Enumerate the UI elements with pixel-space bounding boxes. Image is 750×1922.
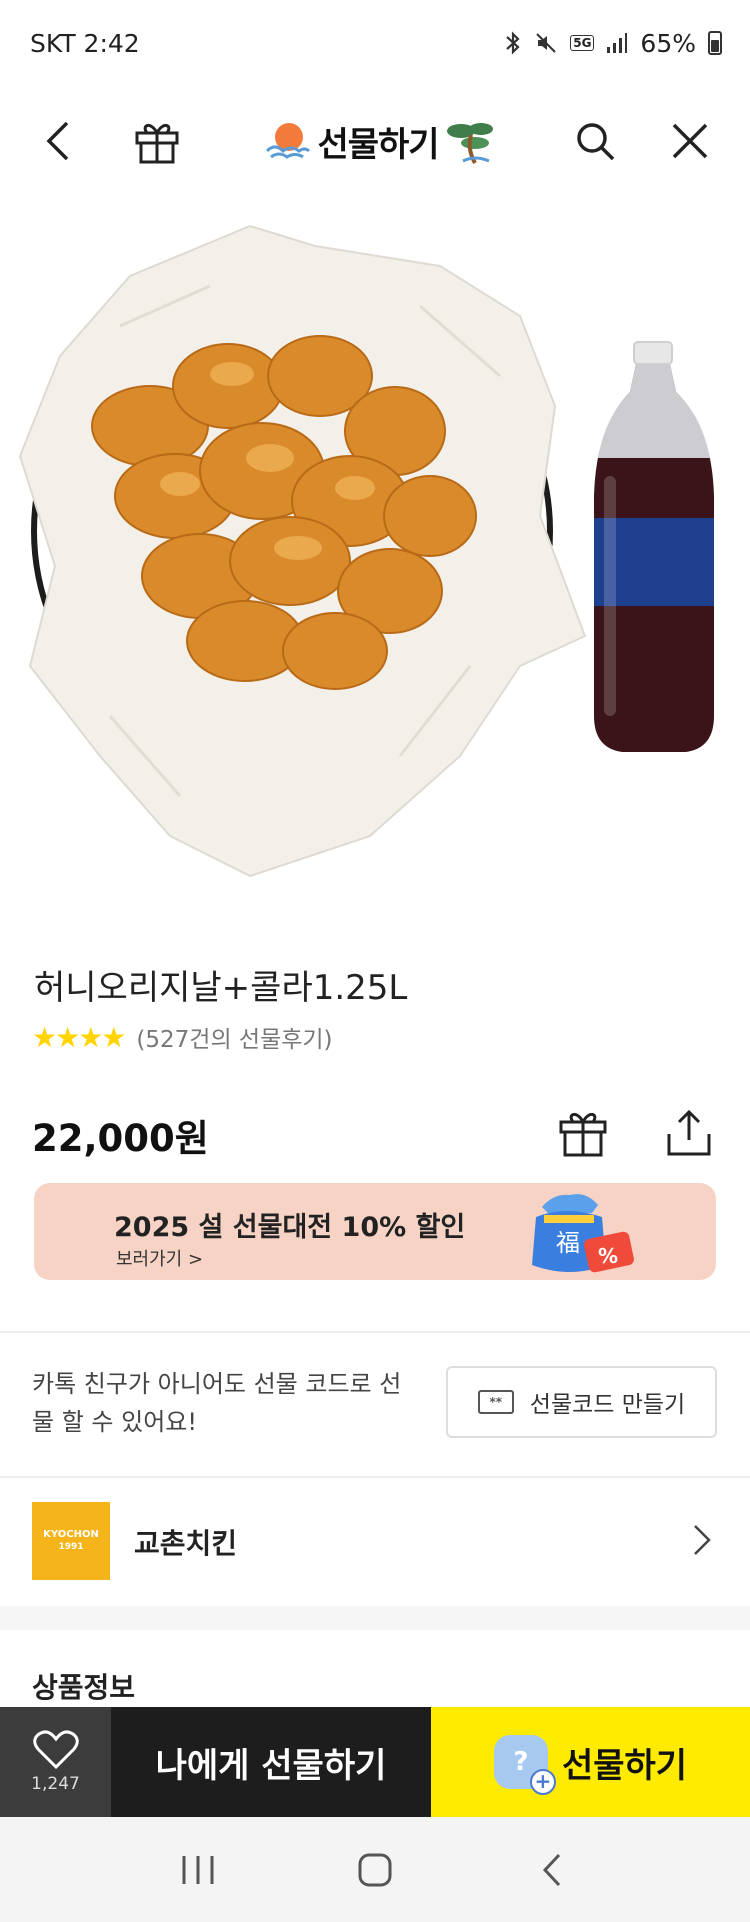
share-button[interactable] [660, 1104, 718, 1162]
search-button[interactable] [560, 106, 630, 176]
gift-wrap-button[interactable] [554, 1104, 612, 1162]
price-actions [554, 1104, 718, 1162]
promo-link[interactable]: 보러가기 > [116, 1245, 203, 1271]
create-gift-code-button[interactable]: ** 선물코드 만들기 [446, 1366, 717, 1438]
plus-icon: + [529, 1769, 556, 1795]
search-icon [577, 123, 615, 161]
heart-icon [32, 1730, 79, 1770]
top-nav: 선물하기 [0, 86, 750, 196]
system-back-button[interactable] [517, 1835, 587, 1905]
home-icon [358, 1853, 392, 1886]
back-icon [46, 121, 69, 161]
status-bar: SKT 2:42 5G 65% [0, 0, 750, 86]
gift-box-button[interactable] [122, 106, 192, 176]
review-count-link[interactable]: (527건의 선물후기) [136, 1020, 332, 1054]
svg-text:福: 福 [556, 1229, 580, 1257]
share-icon [667, 1109, 711, 1156]
brand-logo-line1: KYOCHON [43, 1529, 99, 1540]
product-info-title: 상품정보 [32, 1671, 136, 1704]
chevron-right-icon [694, 1525, 711, 1555]
brand-chevron [682, 1520, 722, 1560]
page-title: 선물하기 [317, 124, 439, 165]
wish-count: 1,247 [31, 1774, 80, 1794]
gift-box-icon [135, 124, 179, 164]
brand-logo-line2: 1991 [58, 1542, 84, 1552]
close-button[interactable] [655, 106, 725, 176]
cola-bottle-image [594, 341, 714, 752]
battery-icon [708, 31, 722, 55]
gift-box-icon [559, 1113, 607, 1157]
gift-friend-icon: ? + [493, 1735, 556, 1795]
sun-cloud-icon [266, 123, 311, 159]
brand-logo: KYOCHON 1991 [32, 1502, 110, 1580]
send-gift-label: 선물하기 [561, 1745, 688, 1786]
rating-stars: ★★★★ [32, 1020, 126, 1054]
gift-friend-icon-char: ? [513, 1747, 529, 1777]
lucky-bag-icon: 福 % [532, 1194, 634, 1273]
recent-apps-button[interactable] [163, 1835, 233, 1905]
section-divider [0, 1331, 750, 1333]
chicken-basket-image [18, 224, 587, 878]
back-button[interactable] [24, 106, 94, 176]
wish-button[interactable]: 1,247 [0, 1707, 111, 1817]
pine-tree-icon [446, 123, 493, 164]
brand-row[interactable]: KYOCHON 1991 교촌치킨 [0, 1478, 750, 1606]
mute-icon [534, 31, 558, 55]
svg-text:%: % [598, 1244, 618, 1268]
gift-to-me-button[interactable]: 나에게 선물하기 [111, 1707, 431, 1817]
status-time: SKT 2:42 [30, 28, 140, 58]
bottom-action-bar: 1,247 나에게 선물하기 ? + 선물하기 [0, 1707, 750, 1817]
back-icon [542, 1853, 560, 1886]
gift-to-me-label: 나에게 선물하기 [155, 1745, 387, 1786]
gift-code-description: 카톡 친구가 아니어도 선물 코드로 선물 할 수 있어요! [32, 1370, 402, 1436]
bluetooth-icon [504, 31, 522, 55]
android-nav-bar [0, 1817, 750, 1922]
nav-title: 선물하기 [245, 108, 515, 174]
battery-percent: 65% [640, 28, 696, 58]
signal-icon [606, 32, 628, 54]
rating[interactable]: ★★★★ (527건의 선물후기) [32, 1020, 333, 1054]
product-image [0, 196, 750, 886]
promo-banner[interactable]: 2025 설 선물대전 10% 할인 보러가기 > 福 % [34, 1183, 716, 1280]
brand-name: 교촌치킨 [134, 1527, 238, 1560]
network-5g-icon: 5G [570, 35, 595, 51]
gift-code-icon: ** [477, 1390, 514, 1414]
close-icon [672, 123, 708, 159]
create-gift-code-label: 선물코드 만들기 [529, 1392, 686, 1418]
send-gift-button[interactable]: ? + 선물하기 [431, 1707, 750, 1817]
recent-apps-icon [182, 1855, 214, 1884]
product-name: 허니오리지날+콜라1.25L [34, 968, 408, 1008]
home-button[interactable] [340, 1835, 410, 1905]
status-icons: 5G 65% [504, 29, 722, 58]
promo-title: 2025 설 선물대전 10% 할인 [114, 1212, 466, 1243]
product-price: 22,000원 [32, 1117, 209, 1160]
section-gap [0, 1606, 750, 1630]
